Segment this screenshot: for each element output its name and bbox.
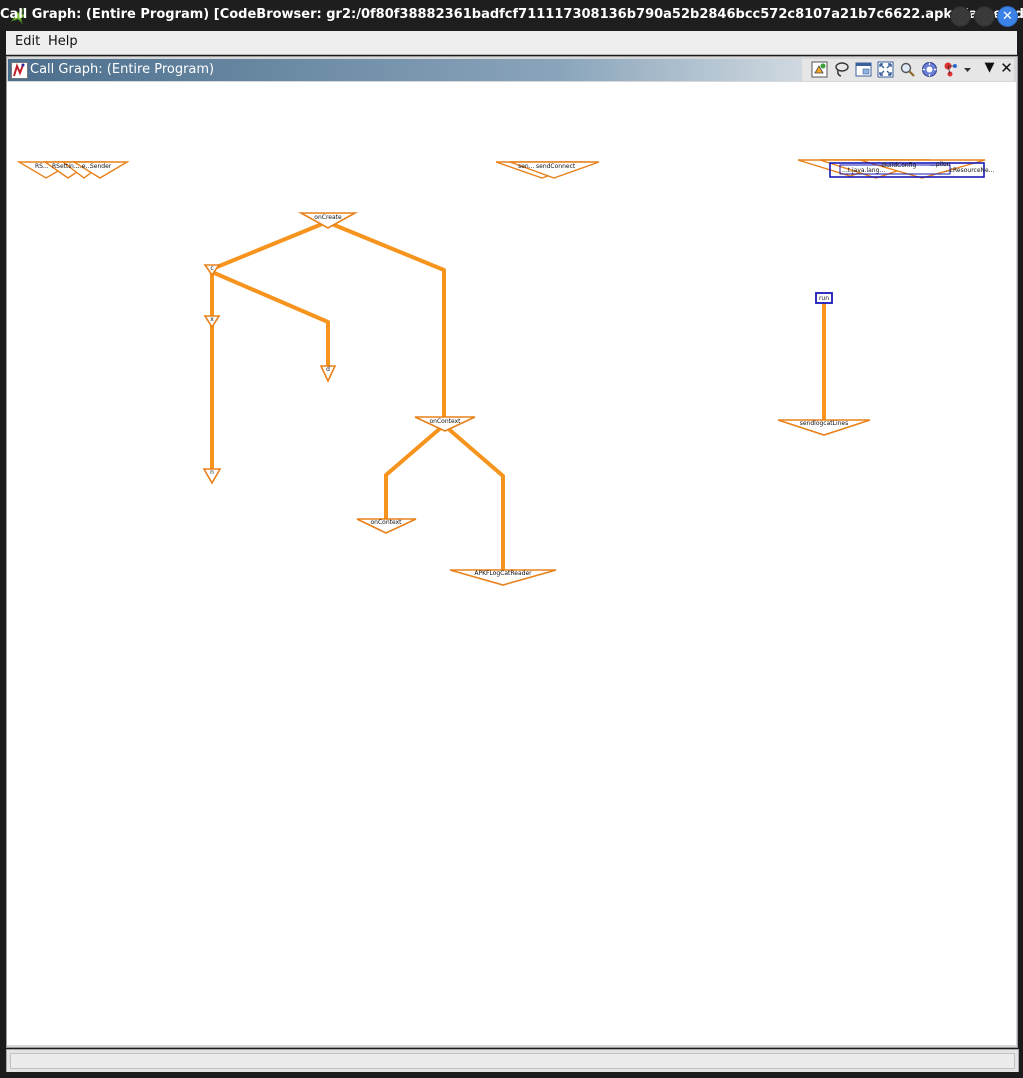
node-sendlogcat[interactable]: sendlogcatLines — [777, 419, 871, 436]
call-graph-svg: RS... RSettin... ...e... Sender sen... s… — [16, 159, 995, 586]
layout-icon[interactable] — [921, 61, 938, 78]
node-cluster-top-middle[interactable]: sen... sendConnect — [495, 161, 600, 179]
node-oncontext-main[interactable]: onContext — [414, 416, 476, 432]
menu-bar: Edit Help — [6, 31, 1017, 55]
node-label: sen... — [518, 163, 534, 170]
edge-oncreate-oncontext — [326, 220, 446, 417]
menu-help[interactable]: Help — [48, 34, 78, 49]
edge-oncontext-logcatreader — [442, 423, 505, 570]
maximize-button[interactable] — [974, 6, 995, 27]
edge-oncontext-oncontext — [384, 423, 446, 520]
edge-oncreate-c — [211, 220, 328, 271]
node-label: BuildConfig — [882, 162, 917, 169]
node-label: onContext — [371, 519, 403, 526]
node-logcat-reader[interactable]: APKFLogCatReader — [449, 569, 557, 586]
node-label: ...e... — [76, 163, 91, 170]
satellite-view-icon[interactable] — [855, 61, 872, 78]
graph-canvas[interactable]: RS... RSettin... ...e... Sender sen... s… — [7, 82, 1016, 1045]
node-label: run — [819, 295, 829, 302]
edge-c-d — [211, 270, 330, 367]
node-label: ...t.java.lang... — [842, 167, 885, 174]
minimize-button[interactable] — [950, 6, 971, 27]
panel-toolbar: ▼ ✕ — [802, 59, 1014, 81]
lasso-icon[interactable] — [833, 61, 850, 78]
node-run[interactable]: run — [815, 292, 833, 304]
node-label: c — [210, 265, 213, 272]
node-label: sendConnect — [536, 163, 576, 170]
graph-refresh-icon[interactable] — [811, 61, 828, 78]
node-d[interactable]: d — [319, 365, 337, 383]
node-label: Sender — [90, 163, 112, 170]
node-cluster-top-left[interactable]: RS... RSettin... ...e... Sender — [16, 161, 130, 179]
call-graph-icon — [11, 62, 28, 79]
node-label: ...cResourceNe... — [944, 167, 995, 174]
node-label: d — [326, 366, 330, 373]
window-title: Call Graph: (Entire Program) [CodeBrowse… — [0, 7, 1023, 22]
status-bar — [6, 1049, 1019, 1073]
fit-to-window-icon[interactable] — [877, 61, 894, 78]
dropdown-arrow-icon[interactable] — [963, 61, 972, 78]
close-window-button[interactable]: ✕ — [997, 6, 1018, 27]
graph-nodes-icon[interactable] — [943, 61, 960, 78]
node-label: sendlogcatLines — [800, 420, 849, 427]
node-label: APKFLogCatReader — [474, 570, 532, 577]
panel-close-icon[interactable]: ✕ — [998, 59, 1015, 77]
panel-header: Call Graph: (Entire Program) ▼ ✕ — [8, 59, 1014, 81]
node-label: x — [210, 316, 214, 323]
node-label: onCreate — [314, 214, 342, 221]
status-field — [10, 1053, 1015, 1069]
node-oncontext-child[interactable]: onContext — [356, 518, 417, 534]
node-x[interactable]: x — [203, 315, 221, 329]
graph-edges — [210, 220, 826, 570]
node-cluster-top-right[interactable]: BuildConfig ...pilon ...t.java.lang... .… — [797, 159, 995, 179]
window-titlebar: Call Graph: (Entire Program) [CodeBrowse… — [0, 0, 1023, 31]
window-bottom-border — [0, 1072, 1023, 1078]
panel-menu-icon[interactable]: ▼ — [981, 60, 998, 77]
node-n[interactable]: n — [202, 468, 222, 485]
node-label: RS... — [35, 163, 49, 170]
node-oncreate[interactable]: onCreate — [297, 212, 359, 229]
zoom-icon[interactable] — [899, 61, 916, 78]
node-label: n — [210, 469, 214, 476]
menu-edit[interactable]: Edit — [15, 34, 40, 49]
panel-title: Call Graph: (Entire Program) — [30, 62, 215, 77]
node-label: onContext — [430, 418, 462, 425]
